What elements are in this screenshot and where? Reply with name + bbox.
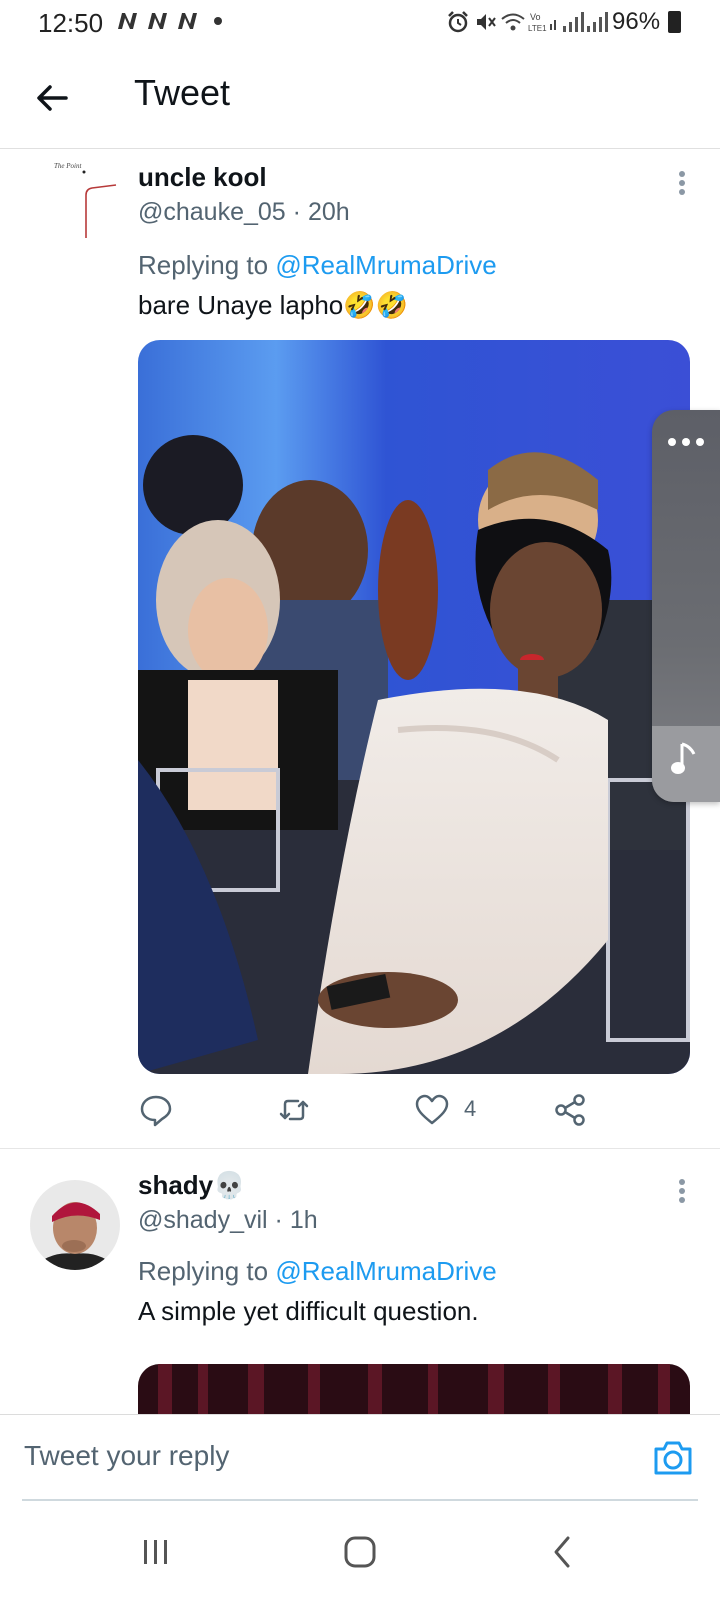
battery-icon <box>668 11 681 33</box>
replying-to-mention[interactable]: @RealMrumaDrive <box>275 1256 496 1286</box>
reply-icon[interactable] <box>138 1092 174 1128</box>
page-title: Tweet <box>134 72 231 113</box>
volte-icon: Vo LTE1 <box>528 12 556 33</box>
replying-to-label: Replying to <box>138 1256 269 1286</box>
notification-n-icon <box>178 13 197 29</box>
author-name[interactable]: uncle kool <box>138 162 267 193</box>
like-count: 4 <box>464 1096 477 1121</box>
tweet-text: A simple yet difficult question. <box>138 1296 479 1326</box>
signal-icon <box>563 12 584 32</box>
back-arrow-icon[interactable] <box>32 78 72 118</box>
like-icon[interactable] <box>414 1092 450 1128</box>
recent-apps-icon[interactable] <box>136 1532 176 1572</box>
retweet-icon[interactable] <box>276 1092 312 1128</box>
notification-n-icon <box>118 13 137 29</box>
signal-icon <box>587 12 608 32</box>
author-name[interactable]: shady💀 <box>138 1170 246 1201</box>
meta-separator: · <box>267 1206 290 1234</box>
alarm-icon <box>448 11 468 33</box>
battery-percent: 96% <box>612 8 661 35</box>
reply-underline <box>22 1499 698 1501</box>
tweet-meta: @shady_vil · 1h <box>138 1206 318 1235</box>
replying-to-label: Replying to <box>138 250 269 280</box>
svg-text:LTE1: LTE1 <box>528 24 547 33</box>
reply-input[interactable] <box>22 1435 586 1477</box>
replying-to: Replying to @RealMrumaDrive <box>138 1256 497 1287</box>
tweet-time: 20h <box>307 198 350 226</box>
system-nav-bar <box>0 1502 720 1600</box>
wifi-icon <box>501 13 525 31</box>
back-nav-icon[interactable] <box>544 1532 584 1572</box>
tweet[interactable]: The Point uncle kool @chauke_05 · 20h Re… <box>0 150 720 1148</box>
home-icon[interactable] <box>340 1532 380 1572</box>
avatar[interactable] <box>30 1180 120 1270</box>
reply-composer <box>0 1414 720 1503</box>
status-bar: 12:50 Vo LTE1 96% <box>0 0 720 48</box>
avatar[interactable]: The Point <box>30 158 118 246</box>
more-options-icon[interactable] <box>672 168 692 208</box>
camera-icon[interactable] <box>652 1437 694 1477</box>
replying-to-mention[interactable]: @RealMrumaDrive <box>275 250 496 280</box>
tweet-media-image[interactable] <box>138 340 690 1074</box>
meta-separator: · <box>285 198 308 226</box>
tweet[interactable]: shady💀 @shady_vil · 1h Replying to @Real… <box>0 1150 720 1444</box>
tweet-divider <box>0 1148 720 1149</box>
notification-dot-icon <box>214 17 222 25</box>
music-note-icon[interactable] <box>670 738 700 778</box>
svg-text:Vo: Vo <box>530 12 541 22</box>
notification-n-icon <box>148 13 167 29</box>
tweet-time: 1h <box>289 1206 318 1234</box>
replying-to: Replying to @RealMrumaDrive <box>138 250 497 281</box>
author-handle[interactable]: @chauke_05 <box>138 198 286 226</box>
more-options-icon[interactable] <box>672 1176 692 1216</box>
floating-edge-panel[interactable] <box>652 410 720 802</box>
mute-icon <box>477 14 496 30</box>
more-horizontal-icon[interactable] <box>666 436 706 448</box>
tweet-text: bare Unaye lapho🤣🤣 <box>138 290 409 320</box>
share-icon[interactable] <box>552 1092 588 1128</box>
tweet-meta: @chauke_05 · 20h <box>138 198 350 227</box>
status-time: 12:50 <box>38 8 104 38</box>
top-app-bar: Tweet <box>0 48 720 149</box>
author-handle[interactable]: @shady_vil <box>138 1206 268 1234</box>
